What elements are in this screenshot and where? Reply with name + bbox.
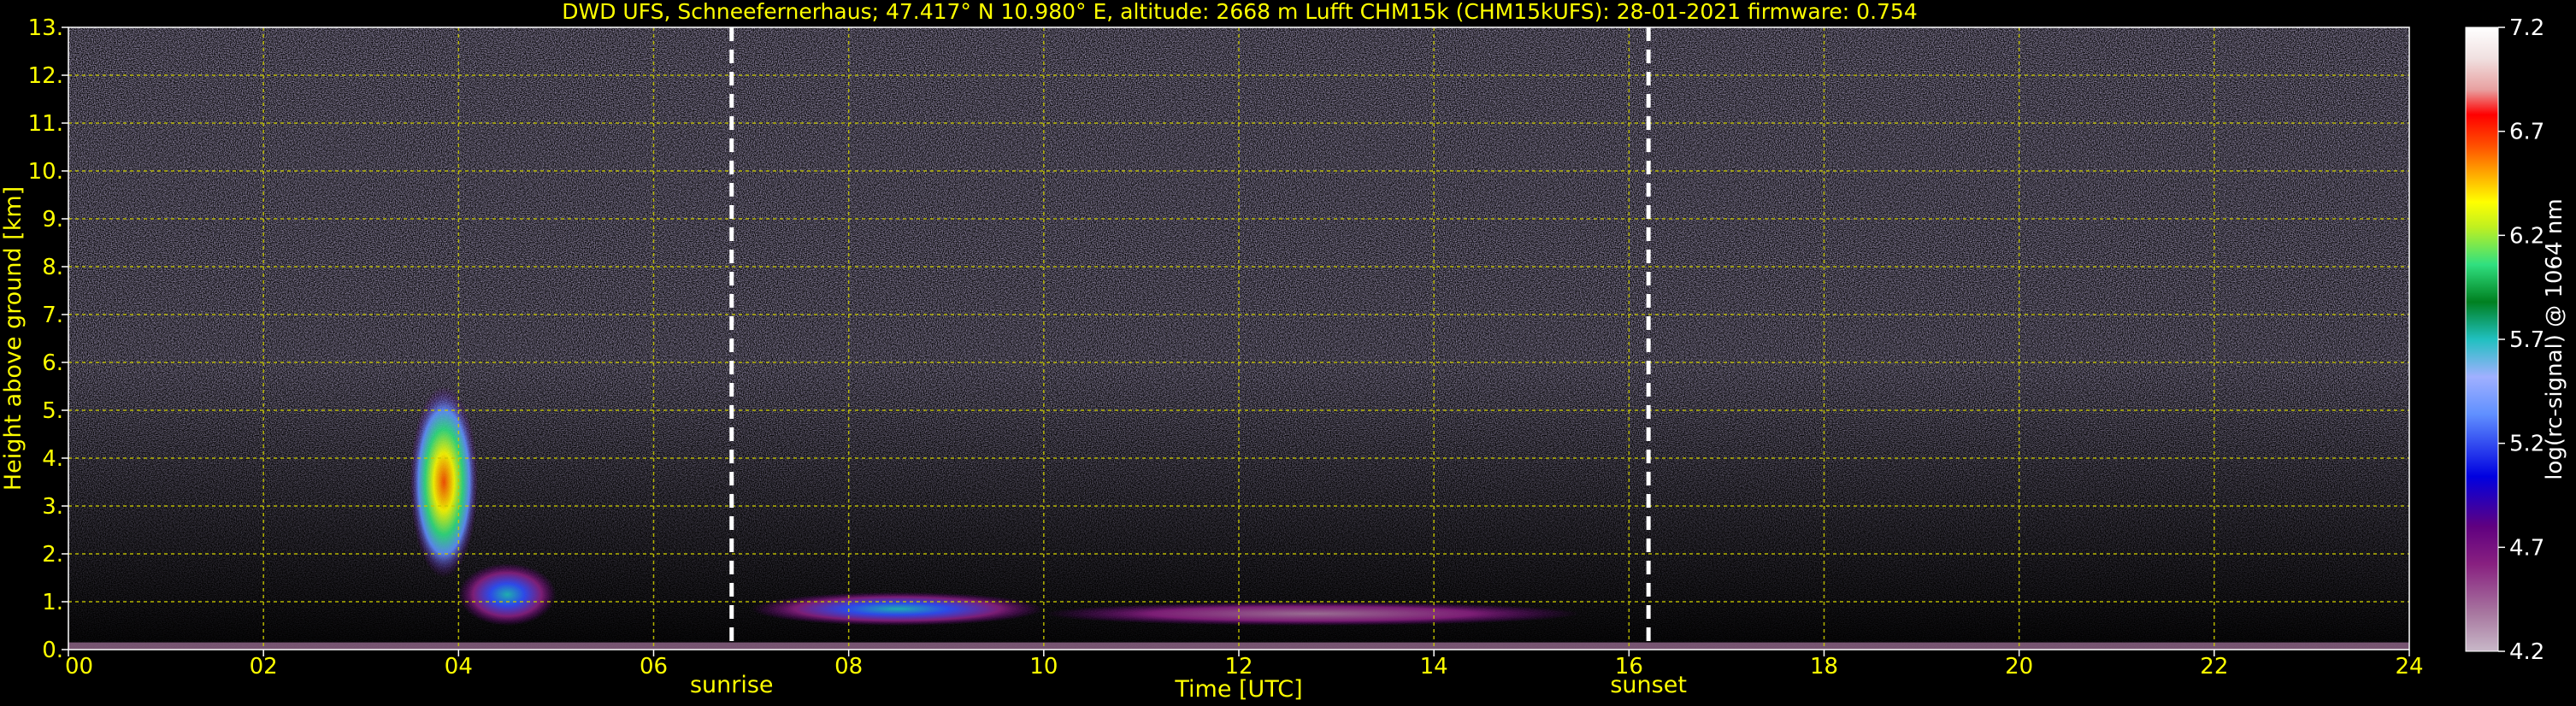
y-tick-label: 11. [28,111,63,137]
ceilometer-chart: DWD UFS, Schneefernerhaus; 47.417° N 10.… [0,0,2567,703]
colorbar-gradient [2466,27,2498,651]
signal-feature-2 [458,563,557,626]
colorbar: 4.2 4.7 5.2 5.7 6.2 6.7 7.2 log(rc-signal) @ 1… [2465,15,2567,665]
x-axis-label: Time [UTC] [1174,676,1302,703]
x-axis-ticks: 00 02 04 06 08 10 12 14 16 18 20 22 24 [65,650,2424,680]
y-tick-label: 8. [42,255,63,280]
y-tick-label: 3. [42,494,63,520]
signal-feature-1 [410,386,479,578]
plot-area: sunrise sunset [68,26,2410,698]
colorbar-label: log(rc-signal) @ 1064 nm [2542,198,2567,479]
y-tick-label: 6. [42,350,63,376]
colorbar-tick-label: 5.7 [2509,327,2544,353]
x-tick-label: 14 [1420,654,1448,680]
x-tick-label: 24 [2395,654,2423,680]
colorbar-tick-label: 4.7 [2509,535,2544,561]
colorbar-tick-label: 6.2 [2509,223,2544,249]
x-tick-label: 02 [250,654,278,680]
x-tick-label: 08 [834,654,863,680]
y-axis-label: Height above ground [km] [0,186,27,491]
y-tick-label: 9. [42,207,63,232]
x-tick-label: 18 [1810,654,1838,680]
x-tick-label: 20 [2005,654,2033,680]
sun-event-label: sunrise [690,672,774,698]
chart-title: DWD UFS, Schneefernerhaus; 47.417° N 10.… [562,0,1918,24]
signal-feature-3 [751,591,1044,627]
y-tick-label: 10. [28,159,63,185]
y-tick-label: 12. [28,63,63,89]
colorbar-tick-label: 4.2 [2509,639,2544,665]
colorbar-ticks: 4.2 4.7 5.2 5.7 6.2 6.7 7.2 [2498,15,2544,665]
y-axis-ticks: 0. 1. 2. 3. 4. 5. 6. 7. 8. 9. 10. 11. 12. 13. [28,15,68,663]
y-tick-label: 5. [42,398,63,424]
x-tick-label: 04 [445,654,473,680]
y-tick-label: 1. [42,590,63,615]
signal-feature-4 [1043,602,1581,626]
y-tick-label: 2. [42,542,63,568]
x-tick-label: 16 [1615,654,1643,680]
colorbar-tick-label: 6.7 [2509,120,2544,145]
x-tick-label: 22 [2200,654,2228,680]
y-tick-label: 0. [42,638,63,663]
x-tick-label: 10 [1029,654,1058,680]
x-tick-label: 06 [640,654,668,680]
colorbar-tick-label: 5.2 [2509,432,2544,457]
colorbar-tick-label: 7.2 [2509,15,2544,41]
x-tick-label: 00 [65,654,93,680]
y-tick-label: 13. [28,15,63,41]
y-tick-label: 7. [42,303,63,328]
y-tick-label: 4. [42,446,63,472]
